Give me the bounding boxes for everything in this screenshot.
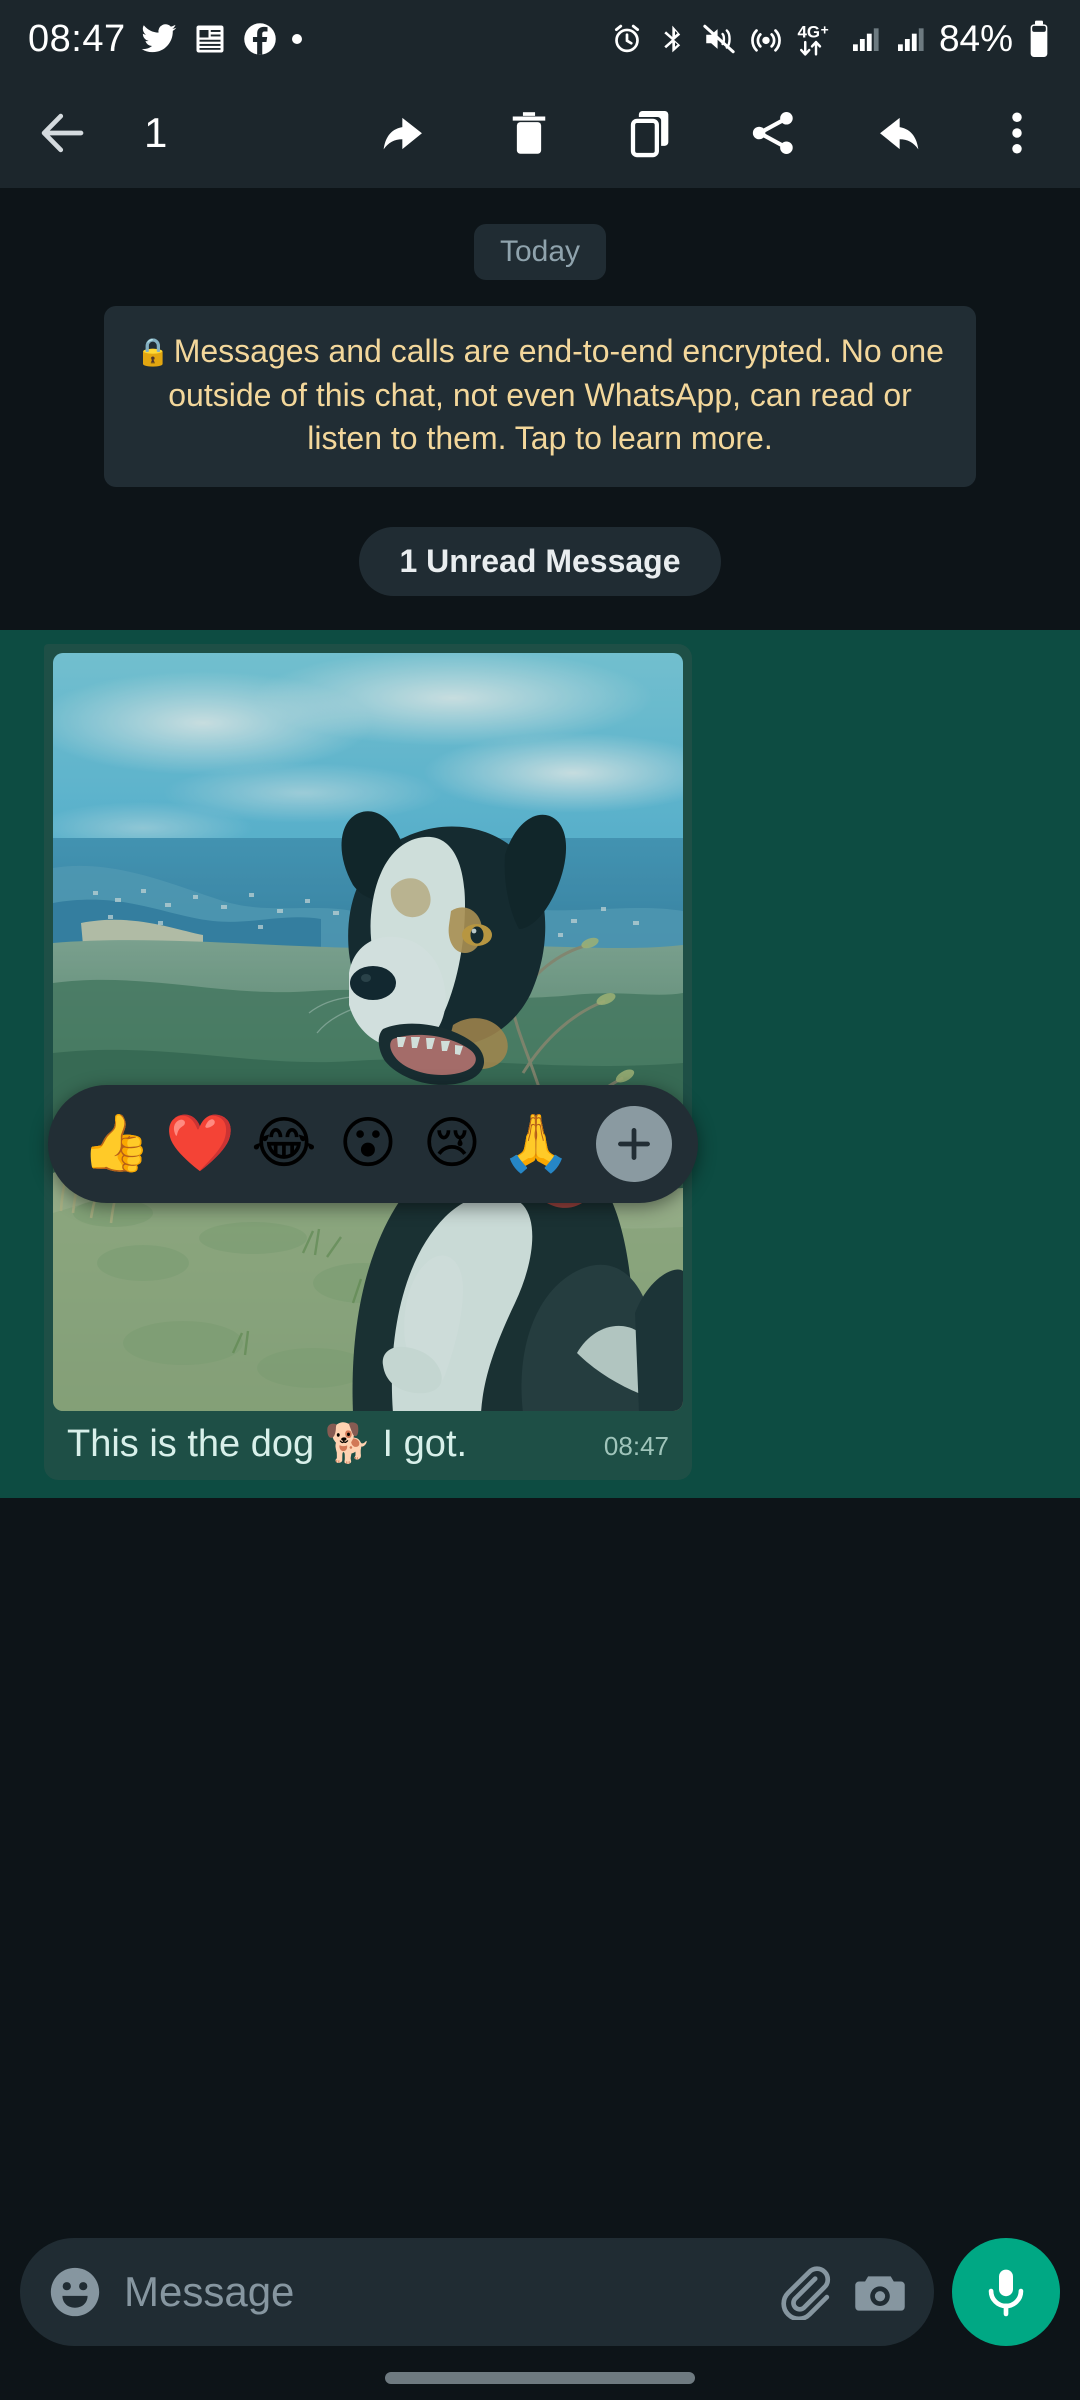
reaction-joy[interactable]: 😂 — [242, 1102, 326, 1186]
overflow-button[interactable] — [978, 94, 1056, 172]
signal-bars-sim1-icon — [849, 23, 881, 55]
day-divider-row: Today — [0, 188, 1080, 280]
facebook-icon — [242, 21, 278, 57]
unread-divider-row: 1 Unread Message — [0, 487, 1080, 630]
selected-message-row: This is the dog 🐕 I got. 08:47 — [0, 643, 1080, 1481]
hotspot-icon — [749, 22, 783, 56]
reply-button[interactable] — [368, 94, 446, 172]
reaction-heart[interactable]: ❤️ — [158, 1102, 242, 1186]
home-gesture-pill[interactable] — [385, 2372, 695, 2384]
action-bar-buttons — [368, 94, 1056, 172]
selection-action-bar: 1 — [0, 78, 1080, 188]
message-timestamp: 08:47 — [603, 1431, 669, 1462]
paperclip-icon[interactable] — [776, 2264, 832, 2320]
mobile-data-4gplus-icon: 4G + — [796, 20, 836, 58]
battery-percent-label: 84% — [938, 18, 1013, 59]
svg-text:+: + — [821, 21, 829, 37]
back-button[interactable] — [24, 94, 102, 172]
status-bar-right: 4G + 84% — [610, 18, 1052, 60]
selected-message-band[interactable]: This is the dog 🐕 I got. 08:47 👍 ❤️ 😂 😮 … — [0, 629, 1080, 1499]
reaction-pray[interactable]: 🙏 — [494, 1102, 578, 1186]
system-navigation-bar — [0, 2356, 1080, 2400]
camera-icon[interactable] — [852, 2264, 908, 2320]
emoji-smiley-icon[interactable] — [46, 2263, 104, 2321]
news-icon — [192, 21, 228, 57]
reaction-open-mouth[interactable]: 😮 — [326, 1102, 410, 1186]
encryption-notice-row: 🔒 Messages and calls are end-to-end encry… — [0, 280, 1080, 487]
bluetooth-icon — [657, 23, 689, 55]
more-reactions-button[interactable] — [596, 1105, 672, 1182]
encryption-notice-text: Messages and calls are end-to-end encryp… — [168, 333, 944, 457]
copy-button[interactable] — [612, 94, 690, 172]
dot-indicator-icon — [291, 34, 302, 44]
message-input-field[interactable]: Message — [124, 2268, 756, 2316]
message-caption-row: This is the dog 🐕 I got. 08:47 — [53, 1411, 683, 1481]
svg-text:4G: 4G — [797, 22, 820, 41]
alarm-icon — [610, 22, 644, 56]
whatsapp-chat-screen: 08:47 4G + 84% 1 Today 🔒 Messages and ca… — [0, 0, 1080, 2400]
message-bubble-incoming[interactable]: This is the dog 🐕 I got. 08:47 — [44, 643, 692, 1481]
unread-divider: 1 Unread Message — [359, 526, 721, 596]
reaction-thumbsup[interactable]: 👍 — [74, 1102, 158, 1186]
message-photo-attachment[interactable] — [53, 652, 683, 1411]
reaction-cry[interactable]: 😢 — [410, 1102, 494, 1186]
chat-message-area: Today 🔒 Messages and calls are end-to-end… — [0, 188, 1080, 2220]
vibrate-off-icon — [702, 22, 736, 56]
status-bar: 08:47 4G + 84% — [0, 0, 1080, 78]
message-input-bar[interactable]: Message — [20, 2238, 934, 2346]
status-bar-clock: 08:47 — [28, 17, 126, 60]
status-bar-left: 08:47 — [28, 18, 302, 61]
chat-scroll-container[interactable]: Today 🔒 Messages and calls are end-to-end… — [0, 188, 1080, 2220]
microphone-icon — [988, 2269, 1024, 2317]
message-caption: This is the dog 🐕 I got. — [67, 1422, 468, 1465]
day-divider: Today — [473, 224, 607, 280]
message-composer: Message — [0, 2220, 1080, 2356]
composer-row: Message — [20, 2238, 1060, 2346]
signal-bars-sim2-icon — [894, 23, 926, 55]
encryption-notice[interactable]: 🔒 Messages and calls are end-to-end encry… — [104, 306, 976, 487]
forward-button[interactable] — [856, 94, 934, 172]
dog-photo — [53, 652, 683, 1411]
share-button[interactable] — [734, 94, 812, 172]
emoji-reaction-bar[interactable]: 👍 ❤️ 😂 😮 😢 🙏 — [48, 1084, 698, 1203]
twitter-icon — [140, 20, 178, 58]
delete-button[interactable] — [490, 94, 568, 172]
selected-count-label: 1 — [144, 109, 168, 156]
plus-icon — [618, 1127, 650, 1160]
voice-record-button[interactable] — [952, 2238, 1060, 2346]
battery-icon — [1026, 19, 1052, 59]
lock-icon: 🔒 — [136, 337, 170, 367]
